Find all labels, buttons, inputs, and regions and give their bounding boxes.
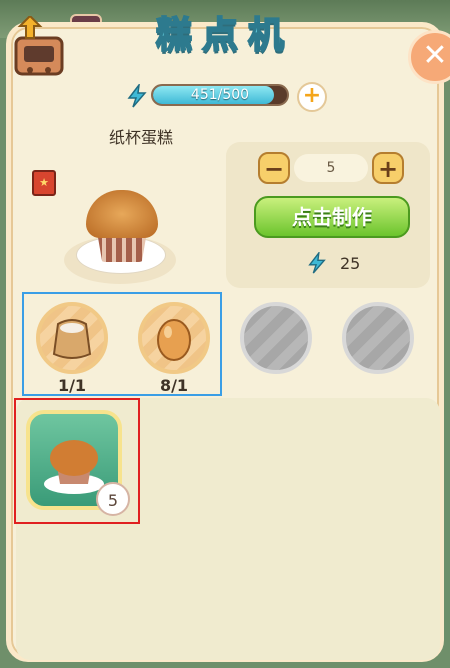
egg-icon <box>157 319 191 361</box>
energy-bolt-icon <box>127 84 147 108</box>
energy-cost: 25 <box>340 254 361 273</box>
output-count-badge: 5 <box>96 482 130 516</box>
recipe-scroll-icon[interactable]: ★ <box>32 170 56 196</box>
add-energy-button[interactable]: + <box>297 82 327 112</box>
empty-slot-icon <box>342 302 414 374</box>
energy-meter: 451/500 + <box>125 82 335 112</box>
oven-machine-icon <box>14 16 64 76</box>
quantity-value: 5 <box>294 154 368 182</box>
flour-sack-icon <box>52 319 92 359</box>
ingredient-count: 8/1 <box>159 376 189 395</box>
energy-cost-icon <box>308 252 326 274</box>
ingredient-egg[interactable] <box>138 302 210 374</box>
increase-quantity-button[interactable]: + <box>372 152 404 184</box>
make-button[interactable]: 点击制作 <box>254 196 410 238</box>
ingredient-flour[interactable] <box>36 302 108 374</box>
page-title: 糕点机 <box>155 14 294 57</box>
product-name: 纸杯蛋糕 <box>108 128 173 147</box>
decrease-quantity-button[interactable]: − <box>258 152 290 184</box>
empty-slot-icon <box>240 302 312 374</box>
ingredient-count: 1/1 <box>57 376 87 395</box>
energy-value: 451/500 <box>190 87 250 103</box>
